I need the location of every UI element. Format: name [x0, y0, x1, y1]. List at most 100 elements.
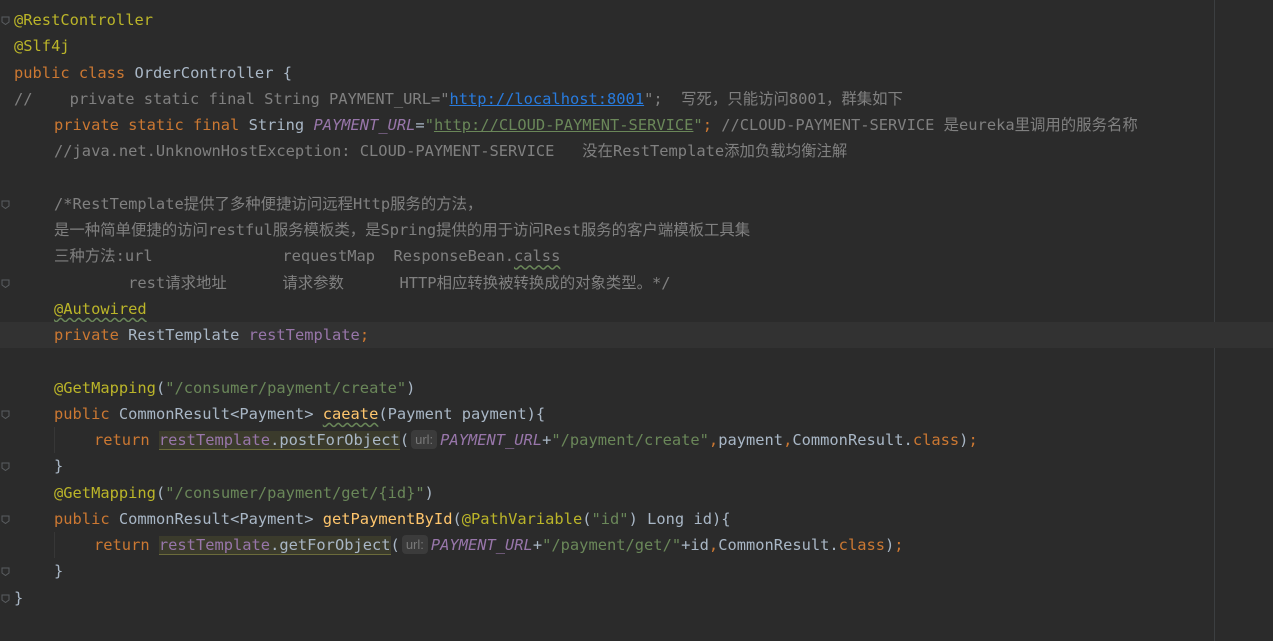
- keyword: public: [54, 404, 119, 423]
- method-name: getPaymentById: [322, 509, 453, 528]
- annotation: @GetMapping: [54, 483, 156, 502]
- keyword: private static final: [54, 116, 249, 134]
- code-text: ): [424, 483, 434, 502]
- code-line[interactable]: private RestTemplate restTemplate;: [0, 322, 1273, 349]
- code-text: CommonResult.: [792, 431, 913, 449]
- indent-guide: [54, 532, 55, 559]
- fold-marker-icon[interactable]: [1, 594, 10, 603]
- code-text: CommonResult.: [718, 536, 839, 554]
- code-line[interactable]: //java.net.UnknownHostException: CLOUD-P…: [0, 138, 1273, 164]
- keyword: private: [54, 326, 129, 344]
- url-string: http://CLOUD-PAYMENT-SERVICE: [433, 116, 694, 134]
- keyword: ,: [783, 431, 793, 449]
- keyword: class: [912, 431, 960, 449]
- code-text: ): [406, 378, 416, 397]
- code-text: (Payment payment){: [378, 404, 546, 423]
- comment-url: http://localhost:8001: [449, 89, 645, 108]
- highlighted-field: restTemplate: [158, 536, 271, 555]
- keyword: ;: [702, 116, 722, 134]
- keyword: ,: [708, 536, 719, 554]
- annotation: @GetMapping: [54, 378, 156, 397]
- comment: 三种方法:url requestMap ResponseBean.: [54, 247, 514, 266]
- code-line[interactable]: 三种方法:url requestMap ResponseBean.calss: [0, 243, 1273, 269]
- constant: PAYMENT_URL: [430, 536, 533, 554]
- code-line[interactable]: [0, 165, 1273, 191]
- code-line[interactable]: // private static final String PAYMENT_U…: [0, 86, 1273, 112]
- code-text: (: [582, 509, 592, 528]
- code-line[interactable]: 是一种简单便捷的访问restful服务模板类，是Spring提供的用于访问Res…: [0, 217, 1273, 243]
- code-text: OrderController {: [134, 63, 292, 82]
- code-text: (: [390, 536, 400, 554]
- comment: //CLOUD-PAYMENT-SERVICE 是eureka里调用的服务名称: [721, 116, 1138, 134]
- annotation: @Slf4j: [14, 37, 70, 56]
- code-text: CommonResult<Payment>: [118, 404, 323, 423]
- parameter-hint: url:: [411, 430, 438, 449]
- code-line[interactable]: }: [0, 585, 1273, 611]
- highlighted-call: .postForObject: [270, 431, 400, 450]
- code-text: (: [155, 483, 166, 502]
- code-text: (: [452, 509, 462, 528]
- string-literal: "/payment/get/": [542, 536, 682, 554]
- constant: PAYMENT_URL: [440, 431, 543, 449]
- string-literal: ": [424, 116, 434, 134]
- code-line[interactable]: return restTemplate.postForObject(url: PA…: [0, 427, 1273, 454]
- string-literal: ": [693, 116, 703, 134]
- string-literal: "/consumer/payment/get/{id}": [165, 483, 425, 502]
- fold-marker-icon[interactable]: [1, 567, 10, 577]
- highlighted-field: restTemplate: [158, 431, 271, 450]
- fold-marker-icon[interactable]: [1, 279, 10, 288]
- code-text: ): [885, 536, 895, 554]
- code-text: RestTemplate: [128, 326, 249, 344]
- string-literal: "/consumer/payment/create": [165, 378, 407, 397]
- code-line[interactable]: @RestController: [0, 7, 1273, 33]
- fold-marker-icon[interactable]: [1, 410, 10, 419]
- annotation: @RestController: [14, 11, 153, 29]
- code-text: payment: [718, 431, 784, 449]
- keyword: public: [54, 509, 119, 528]
- field-ref: restTemplate: [248, 326, 360, 344]
- code-line[interactable]: @Autowired: [0, 296, 1273, 322]
- code-area[interactable]: @RestController @Slf4j public class OrderC…: [0, 7, 1273, 611]
- code-line[interactable]: }: [0, 558, 1273, 584]
- code-line[interactable]: }: [0, 453, 1273, 479]
- code-line[interactable]: private static final String PAYMENT_URL=…: [0, 112, 1273, 138]
- code-text: String: [248, 116, 314, 134]
- code-text: ) Long id){: [628, 509, 731, 528]
- code-line[interactable]: public CommonResult<Payment> caeate(Paym…: [0, 401, 1273, 427]
- code-line[interactable]: public class OrderController {: [0, 60, 1273, 86]
- code-editor[interactable]: { "editor": { "lines": [ {"fold":true, "…: [0, 0, 1273, 641]
- keyword: ,: [708, 431, 719, 449]
- comment-typo: calss: [514, 247, 561, 266]
- fold-marker-icon[interactable]: [1, 462, 10, 472]
- code-line[interactable]: public CommonResult<Payment> getPaymentB…: [0, 506, 1273, 532]
- keyword: ;: [968, 431, 978, 449]
- code-line[interactable]: /*RestTemplate提供了多种便捷访问远程Http服务的方法，: [0, 191, 1273, 217]
- highlighted-call: .getForObject: [270, 536, 391, 555]
- fold-marker-icon[interactable]: [1, 200, 10, 209]
- code-text: }: [14, 588, 24, 607]
- code-line[interactable]: return restTemplate.getForObject(url: PAY…: [0, 532, 1273, 559]
- keyword: public class: [14, 63, 135, 82]
- string-literal: "id": [591, 509, 629, 528]
- fold-marker-icon[interactable]: [1, 16, 10, 25]
- comment: /*RestTemplate提供了多种便捷访问远程Http服务的方法，: [54, 194, 483, 213]
- code-line[interactable]: rest请求地址 请求参数 HTTP相应转换被转换成的对象类型。*/: [0, 270, 1273, 296]
- code-line[interactable]: [0, 348, 1273, 374]
- code-text: +id: [681, 536, 709, 554]
- code-line[interactable]: @Slf4j: [0, 33, 1273, 59]
- annotation-warning: @Autowired: [54, 299, 147, 318]
- code-text: CommonResult<Payment>: [118, 509, 323, 528]
- keyword: return: [94, 431, 159, 449]
- comment: // private static final String PAYMENT_U…: [14, 89, 450, 108]
- comment: rest请求地址 请求参数 HTTP相应转换被转换成的对象类型。*/: [54, 273, 671, 292]
- code-line[interactable]: @GetMapping("/consumer/payment/create"): [0, 375, 1273, 401]
- fold-marker-icon[interactable]: [1, 515, 10, 524]
- comment: //java.net.UnknownHostException: CLOUD-P…: [54, 142, 848, 161]
- code-text: (: [155, 378, 166, 397]
- code-line[interactable]: @GetMapping("/consumer/payment/get/{id}"…: [0, 480, 1273, 506]
- code-text: +: [542, 431, 552, 449]
- keyword: ;: [894, 536, 904, 554]
- keyword: class: [838, 536, 886, 554]
- string-literal: "/payment/create": [551, 431, 709, 449]
- code-text: (: [399, 431, 410, 449]
